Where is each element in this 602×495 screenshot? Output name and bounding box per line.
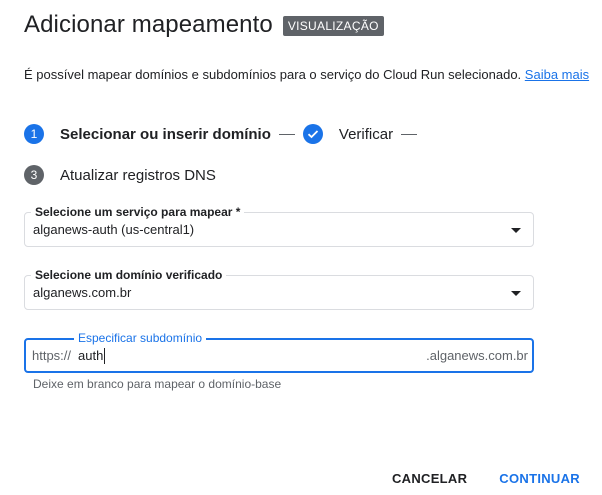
continue-button[interactable]: CONTINUAR: [499, 469, 580, 488]
step-3-number: 3: [24, 165, 44, 185]
dropdown-arrow-icon[interactable]: [511, 291, 521, 296]
stepper-second-row: 3 Atualizar registros DNS: [24, 165, 216, 185]
subdomain-input[interactable]: [78, 348, 378, 363]
step-3-label[interactable]: Atualizar registros DNS: [60, 167, 216, 184]
page-title: Adicionar mapeamento: [24, 11, 273, 38]
cancel-button[interactable]: CANCELAR: [392, 469, 467, 488]
step-divider: [278, 133, 295, 135]
subdomain-field[interactable]: Especificar subdomínio https:// .alganew…: [24, 331, 534, 373]
step-divider: [401, 133, 418, 135]
dialog-actions: CANCELAR CONTINUAR: [360, 469, 580, 488]
step-1-label[interactable]: Selecionar ou inserir domínio: [60, 126, 271, 143]
subdomain-hint: Deixe em branco para mapear o domínio-ba…: [33, 377, 282, 391]
text-caret: [104, 348, 105, 364]
service-select[interactable]: Selecione um serviço para mapear * algan…: [24, 205, 534, 247]
url-prefix: https://: [32, 348, 72, 363]
check-icon: [302, 124, 323, 144]
domain-select[interactable]: Selecione um domínio verificado alganews…: [24, 268, 534, 310]
service-select-label: Selecione um serviço para mapear *: [31, 205, 245, 219]
description: É possível mapear domínios e subdomínios…: [24, 67, 589, 82]
learn-more-link[interactable]: Saiba mais: [525, 67, 589, 82]
dropdown-arrow-icon[interactable]: [511, 228, 521, 233]
domain-select-value: alganews.com.br: [33, 285, 132, 300]
service-select-value: alganews-auth (us-central1): [33, 222, 195, 237]
subdomain-field-label: Especificar subdomínio: [74, 331, 207, 345]
step-2-label[interactable]: Verificar: [339, 126, 393, 143]
domain-select-label: Selecione um domínio verificado: [31, 268, 227, 282]
description-text: É possível mapear domínios e subdomínios…: [24, 67, 522, 82]
preview-badge: VISUALIZAÇÃO: [282, 16, 384, 36]
stepper: 1 Selecionar ou inserir domínio Verifica…: [24, 124, 425, 144]
title-row: Adicionar mapeamento VISUALIZAÇÃO: [24, 8, 384, 42]
step-1-number: 1: [24, 124, 44, 144]
domain-suffix: .alganews.com.br: [426, 348, 528, 363]
